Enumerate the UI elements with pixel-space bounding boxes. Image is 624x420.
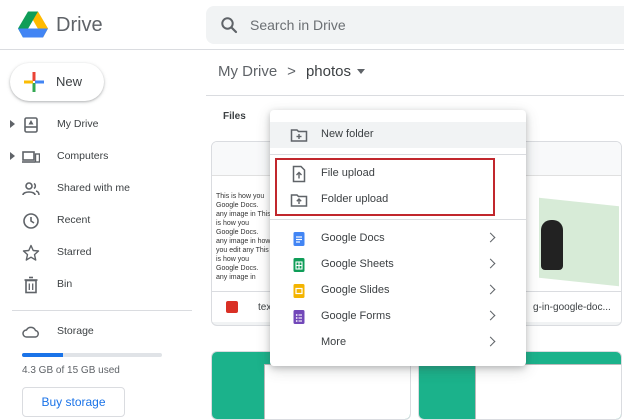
new-menu: New folder File upload Folder upload Goo… [270,110,526,366]
sidebar-item-label: Bin [57,278,73,290]
expand-arrow-icon[interactable] [10,152,15,160]
sidebar-item-starred[interactable]: Starred [0,239,206,267]
cat-silhouette [541,220,563,270]
search-bar[interactable] [206,6,624,44]
google-sheets-icon [293,258,305,272]
menu-item-file-upload[interactable]: File upload [270,161,526,187]
breadcrumb-separator: > [287,63,296,80]
shared-icon [22,182,40,196]
menu-item-label: New folder [321,128,374,140]
screenshot-thumbnail [475,364,621,419]
menu-item-folder-upload[interactable]: Folder upload [270,187,526,213]
menu-divider [270,154,526,155]
sidebar-item-computers[interactable]: Computers [0,143,206,171]
sidebar: New My Drive Computers Shared with me Re… [0,51,206,420]
chevron-down-icon[interactable] [356,69,365,74]
google-forms-icon [293,310,305,324]
top-bar: Drive [0,0,624,50]
menu-item-new-folder[interactable]: New folder [270,122,526,148]
sidebar-item-recent[interactable]: Recent [0,207,206,235]
image-file-icon [226,301,238,313]
storage-label: Storage [57,325,94,337]
menu-item-label: Google Sheets [321,258,394,270]
my-drive-icon [24,117,38,133]
doc-preview-text: This is how you Google Docs. any image i… [216,193,271,281]
search-icon[interactable] [220,16,238,34]
menu-item-google-sheets[interactable]: Google Sheets [270,252,526,278]
google-docs-icon [293,232,305,246]
chevron-right-icon [485,310,496,321]
sidebar-item-storage[interactable]: Storage [0,318,206,346]
sidebar-item-label: My Drive [57,118,99,130]
sidebar-item-label: Shared with me [57,182,130,194]
menu-divider [270,219,526,220]
sidebar-item-my-drive[interactable]: My Drive [0,111,206,139]
sidebar-divider [12,310,192,311]
new-folder-icon [290,129,308,142]
clock-icon [23,213,39,229]
file-name: g-in-google-doc... [533,302,611,313]
app-name: Drive [56,14,103,36]
plus-icon [24,72,44,92]
storage-used-text: 4.3 GB of 15 GB used [22,365,120,376]
sidebar-item-bin[interactable]: Bin [0,271,206,299]
menu-item-label: Folder upload [321,193,389,205]
search-input[interactable] [250,14,550,36]
sidebar-item-label: Computers [57,150,109,162]
computers-icon [22,151,40,163]
files-section-label: Files [223,111,246,122]
menu-item-label: Google Forms [321,310,391,322]
buy-storage-button[interactable]: Buy storage [22,387,125,417]
breadcrumb: My Drive > photos [218,63,365,80]
chevron-right-icon [485,258,496,269]
cloud-icon [22,326,39,338]
main-divider [206,95,624,96]
google-slides-icon [293,284,305,298]
folder-upload-icon [290,194,308,207]
breadcrumb-current[interactable]: photos [306,63,351,80]
menu-item-label: Google Slides [321,284,390,296]
sidebar-item-shared-with-me[interactable]: Shared with me [0,175,206,203]
chevron-right-icon [485,336,496,347]
storage-progress-fill [22,353,63,357]
sidebar-item-label: Recent [57,214,91,226]
chevron-right-icon [485,284,496,295]
file-upload-icon [292,165,306,183]
new-button-label: New [56,74,83,89]
trash-icon [24,276,38,294]
star-icon [22,244,40,261]
menu-item-label: File upload [321,167,375,179]
new-button[interactable]: New [10,63,104,101]
sidebar-item-label: Starred [57,246,92,258]
menu-item-google-forms[interactable]: Google Forms [270,304,526,330]
menu-item-google-docs[interactable]: Google Docs [270,226,526,252]
screenshot-thumbnail [264,364,410,419]
breadcrumb-root[interactable]: My Drive [218,63,277,80]
expand-arrow-icon[interactable] [10,120,15,128]
menu-item-label: More [321,336,347,348]
storage-progress-bar [22,353,162,357]
chevron-right-icon [485,232,496,243]
menu-item-more[interactable]: More [270,330,526,356]
menu-item-google-slides[interactable]: Google Slides [270,278,526,304]
menu-item-label: Google Docs [321,232,385,244]
drive-logo-icon[interactable] [18,11,48,39]
